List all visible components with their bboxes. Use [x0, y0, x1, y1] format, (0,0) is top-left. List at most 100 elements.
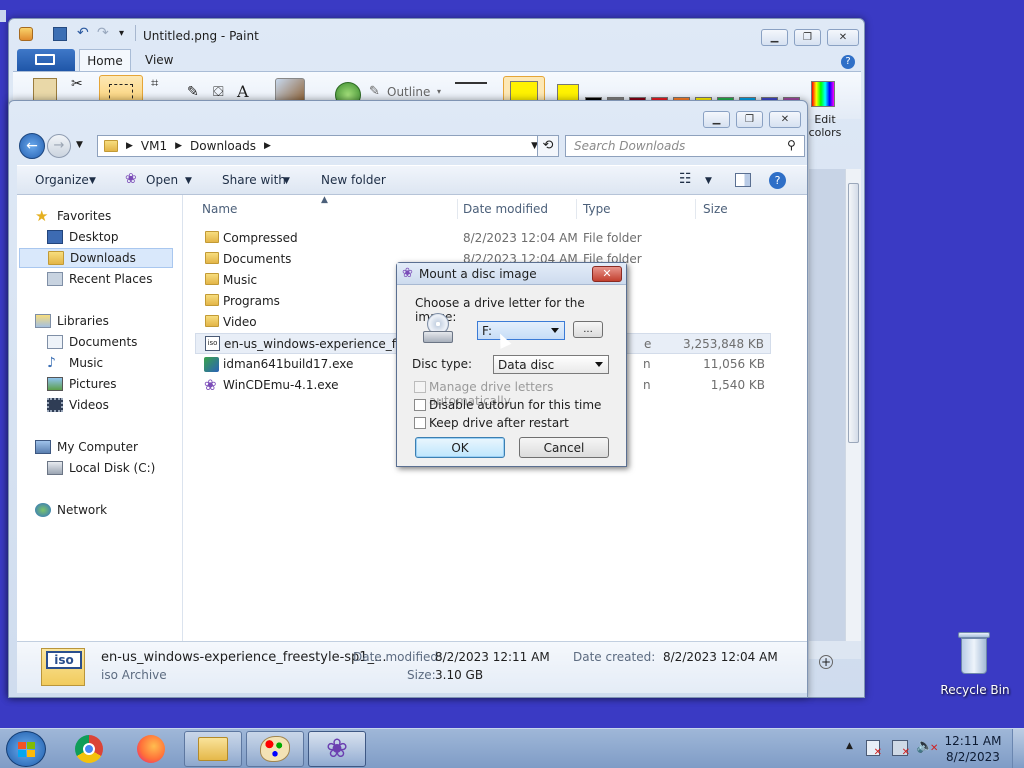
browse-button[interactable]: ... [573, 321, 603, 338]
views-icon[interactable]: ☷ [679, 171, 692, 187]
title-separator [135, 25, 136, 41]
disc-type-label: Disc type: [412, 357, 473, 371]
share-dropdown-icon[interactable]: ▼ [283, 176, 290, 186]
edit-colors-icon[interactable] [811, 81, 835, 107]
open-button[interactable]: Open [146, 173, 178, 187]
search-input[interactable]: Search Downloads [565, 135, 805, 157]
help-icon[interactable]: ? [841, 55, 855, 69]
explorer-close-button[interactable]: ✕ [769, 111, 801, 128]
search-icon[interactable]: ⚲ [787, 138, 796, 152]
preview-pane-icon[interactable] [735, 173, 751, 187]
downloads-icon [48, 251, 64, 265]
recent-pages-dropdown-icon[interactable]: ▼ [76, 140, 83, 150]
explorer-minimize-button[interactable]: ▁ [703, 111, 730, 128]
sidebar-item-videos[interactable]: Videos [47, 395, 109, 415]
keep-drive-checkbox[interactable] [414, 417, 426, 429]
paint-menu-button[interactable] [17, 49, 75, 71]
sidebar-item-network[interactable]: Network [35, 500, 107, 520]
action-center-icon[interactable]: ✕ [866, 740, 882, 758]
sidebar-item-local-disk[interactable]: Local Disk (C:) [47, 458, 155, 478]
paint-vertical-scrollbar[interactable] [845, 169, 861, 641]
sidebar-item-favorites[interactable]: ★ Favorites [35, 206, 111, 226]
organize-button[interactable]: Organize [35, 173, 89, 187]
explorer-maximize-button[interactable]: ❐ [736, 111, 763, 128]
paint-maximize-button[interactable]: ❐ [794, 29, 821, 46]
redo-icon[interactable]: ↷ [97, 25, 109, 41]
cut-icon[interactable]: ✂ [71, 76, 83, 92]
column-divider[interactable] [576, 199, 577, 219]
local-disk-icon [47, 461, 63, 475]
dialog-close-button[interactable]: ✕ [592, 266, 622, 282]
sidebar-item-downloads[interactable]: Downloads [19, 248, 173, 268]
sidebar-item-libraries[interactable]: Libraries [35, 311, 109, 331]
drive-letter-select[interactable]: F: [477, 321, 565, 340]
paint-minimize-button[interactable]: ▁ [761, 29, 788, 46]
refresh-button[interactable]: ⟲ [537, 135, 559, 157]
save-icon[interactable] [53, 27, 67, 41]
ok-button[interactable]: OK [415, 437, 505, 458]
zoom-in-icon[interactable]: + [819, 655, 833, 669]
address-bar[interactable]: ▶ VM1 ▶ Downloads ▶ ▼ [97, 135, 545, 157]
quick-access-dropdown-icon[interactable]: ▾ [119, 28, 124, 39]
sidebar-item-music[interactable]: ♪ Music [47, 353, 103, 373]
forward-button[interactable]: → [47, 134, 71, 158]
tab-view[interactable]: View [145, 53, 173, 67]
manage-letters-checkbox[interactable] [414, 381, 426, 393]
column-header-size[interactable]: Size [703, 202, 728, 216]
sidebar-label: Local Disk (C:) [69, 461, 156, 475]
recycle-bin-label[interactable]: Recycle Bin [940, 683, 1010, 697]
taskbar-chrome[interactable] [60, 731, 118, 767]
sidebar-item-desktop[interactable]: Desktop [47, 227, 119, 247]
share-with-button[interactable]: Share with [222, 173, 286, 187]
recycle-bin-icon[interactable] [954, 632, 994, 678]
breadcrumb-separator-icon: ▶ [175, 141, 183, 151]
disc-type-select[interactable]: Data disc [493, 355, 609, 374]
column-header-date-modified[interactable]: Date modified [463, 202, 548, 216]
breadcrumb-vm1[interactable]: VM1 [141, 139, 167, 153]
crop-icon[interactable]: ⌗ [151, 76, 158, 91]
libraries-icon [35, 314, 51, 328]
open-dropdown-icon[interactable]: ▼ [185, 176, 192, 186]
disable-autorun-checkbox[interactable] [414, 399, 426, 411]
network-tray-icon[interactable]: ✕ [892, 740, 910, 758]
sidebar-item-my-computer[interactable]: My Computer [35, 437, 138, 457]
outline-button[interactable]: Outline [387, 85, 430, 99]
edit-colors-label[interactable]: Edit colors [805, 113, 845, 139]
outline-dropdown-icon[interactable]: ▾ [437, 87, 441, 96]
sidebar-item-documents[interactable]: Documents [47, 332, 137, 352]
start-button[interactable] [6, 731, 46, 767]
text-icon[interactable]: A [237, 82, 249, 101]
tab-home[interactable]: Home [79, 49, 131, 72]
organize-dropdown-icon[interactable]: ▼ [89, 176, 96, 186]
column-divider[interactable] [457, 199, 458, 219]
column-divider[interactable] [695, 199, 696, 219]
keep-drive-label: Keep drive after restart [429, 416, 569, 430]
taskbar-wincdemu[interactable]: ❀ [308, 731, 366, 767]
outline-icon: ✎ [369, 84, 380, 99]
breadcrumb-downloads[interactable]: Downloads [190, 139, 256, 153]
taskbar-paint[interactable] [246, 731, 304, 767]
scrollbar-thumb[interactable] [848, 183, 859, 443]
taskbar-explorer[interactable] [184, 731, 242, 767]
sidebar-label: Music [69, 356, 104, 370]
pencil-icon[interactable]: ✎ [187, 84, 199, 100]
sidebar-item-recent-places[interactable]: Recent Places [47, 269, 152, 289]
sidebar-item-pictures[interactable]: Pictures [47, 374, 117, 394]
undo-icon[interactable]: ↶ [77, 25, 89, 41]
clock-time[interactable]: 12:11 AM [942, 734, 1004, 748]
back-button[interactable]: ← [19, 133, 45, 159]
taskbar-firefox[interactable] [122, 731, 180, 767]
iso-file-icon: iso [205, 336, 220, 351]
views-dropdown-icon[interactable]: ▼ [705, 176, 712, 186]
column-header-name[interactable]: Name [202, 202, 237, 216]
cancel-button[interactable]: Cancel [519, 437, 609, 458]
show-desktop-button[interactable] [1012, 729, 1024, 768]
show-hidden-icons-icon[interactable]: ▲ [846, 741, 853, 751]
file-row-compressed[interactable]: Compressed 8/2/2023 12:04 AM File folder [195, 228, 771, 249]
paint-close-button[interactable]: ✕ [827, 29, 859, 46]
fill-icon[interactable]: ⛋ [213, 84, 224, 100]
help-icon[interactable]: ? [769, 172, 786, 189]
new-folder-button[interactable]: New folder [321, 173, 386, 187]
clock-date[interactable]: 8/2/2023 [942, 750, 1004, 764]
column-header-type[interactable]: Type [583, 202, 611, 216]
